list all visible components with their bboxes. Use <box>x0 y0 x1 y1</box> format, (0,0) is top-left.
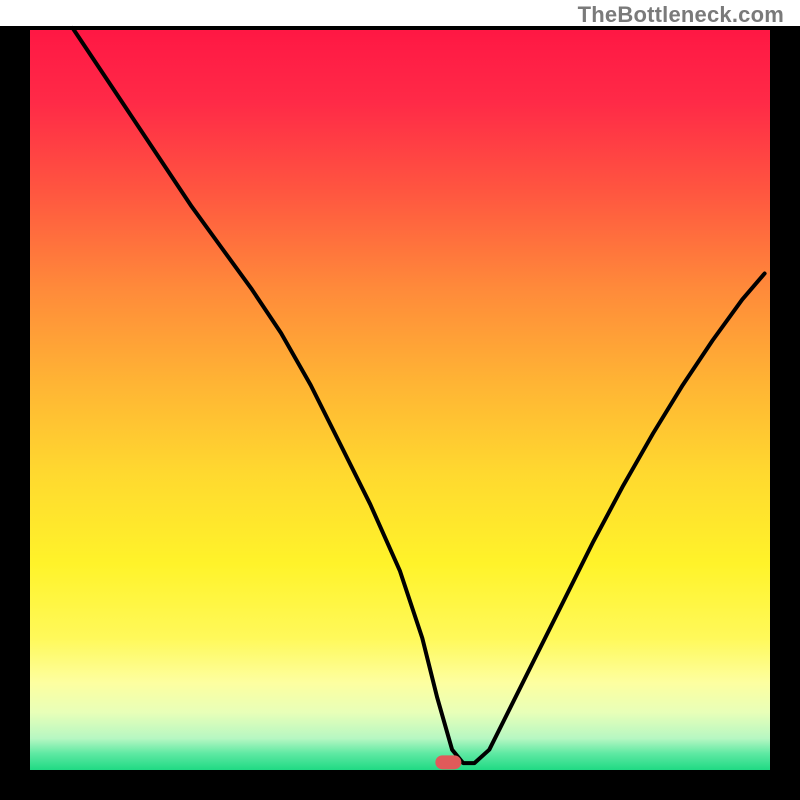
chart-container: TheBottleneck.com <box>0 0 800 800</box>
plot-frame-right <box>772 28 800 772</box>
plot-background <box>28 28 772 772</box>
watermark-text: TheBottleneck.com <box>578 2 784 28</box>
plot-frame-bottom <box>0 772 800 800</box>
bottleneck-chart <box>0 0 800 800</box>
minimum-marker <box>435 755 461 769</box>
plot-frame-left <box>0 28 28 772</box>
